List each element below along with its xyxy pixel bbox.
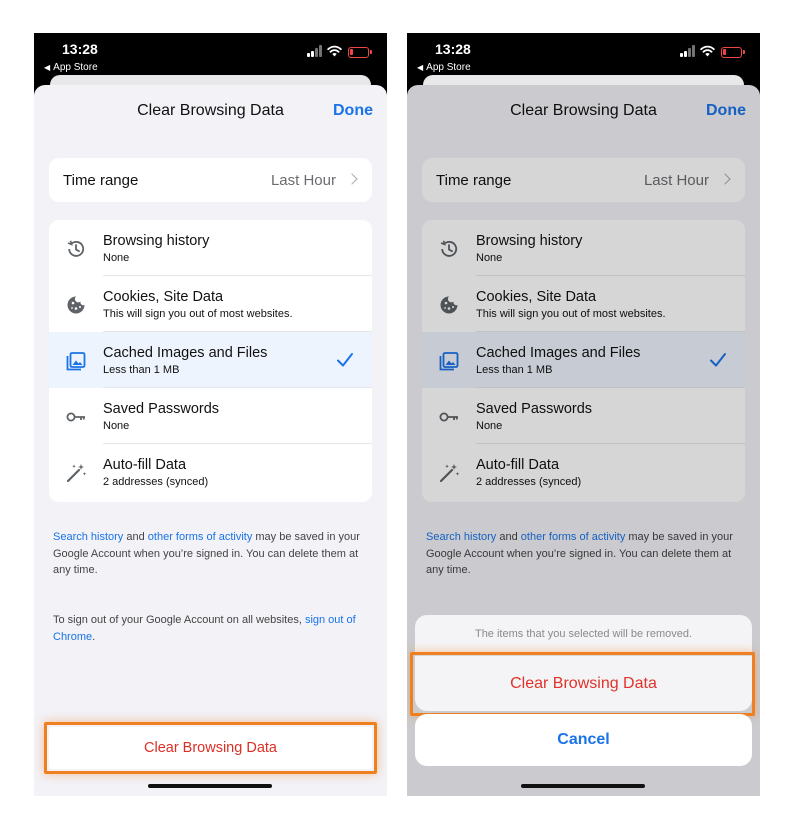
sign-out-info-text: To sign out of your Google Account on al…	[53, 612, 373, 645]
highlight-box	[44, 722, 377, 774]
time-range-value: Last Hour	[270, 172, 336, 189]
highlight-box	[410, 652, 755, 716]
wifi-icon	[700, 45, 715, 57]
cellular-signal-icon	[307, 45, 323, 57]
data-types-list: Browsing history None Cookies, Site Data…	[49, 220, 372, 502]
back-triangle-icon: ◀	[44, 63, 51, 72]
back-app-label: App Store	[426, 62, 471, 73]
clear-browsing-data-sheet: Clear Browsing Data Done Time range Last…	[407, 85, 760, 796]
time-range-label: Time range	[63, 172, 139, 189]
back-to-app-link[interactable]: ◀ App Store	[44, 62, 98, 73]
list-item-cached-images[interactable]: Cached Images and Files Less than 1 MB	[49, 332, 372, 388]
battery-icon	[348, 47, 372, 58]
history-icon	[67, 240, 85, 257]
item-subtitle: None	[103, 420, 130, 432]
time-range-row[interactable]: Time range Last Hour	[49, 158, 372, 202]
item-subtitle: None	[103, 252, 130, 264]
battery-icon	[721, 47, 745, 58]
list-item-browsing-history[interactable]: Browsing history None	[49, 220, 372, 276]
footer-text-fragment: and	[123, 531, 148, 543]
home-indicator	[521, 784, 645, 788]
home-indicator	[148, 784, 272, 788]
item-title: Browsing history	[103, 233, 210, 249]
cellular-signal-icon	[680, 45, 696, 57]
key-icon	[66, 412, 85, 422]
done-button[interactable]: Done	[333, 102, 373, 120]
item-title: Cached Images and Files	[103, 345, 268, 361]
item-title: Cookies, Site Data	[103, 289, 224, 305]
item-subtitle: This will sign you out of most websites.	[103, 308, 293, 320]
activity-info-text: Search history and other forms of activi…	[53, 529, 373, 579]
list-item-autofill[interactable]: Auto-fill Data 2 addresses (synced)	[49, 444, 372, 500]
item-subtitle: 2 addresses (synced)	[103, 476, 209, 488]
item-title: Auto-fill Data	[103, 457, 187, 473]
item-subtitle: Less than 1 MB	[103, 364, 180, 376]
magic-wand-icon	[66, 464, 87, 483]
back-to-app-link[interactable]: ◀ App Store	[417, 62, 471, 73]
phone-screen-right: 13:28 ◀ App Store Clear Browsing Data Don…	[407, 33, 760, 796]
action-sheet-message: The items that you selected will be remo…	[474, 628, 693, 640]
item-title: Saved Passwords	[103, 401, 220, 417]
cancel-button[interactable]: Cancel	[415, 714, 752, 766]
clear-browsing-data-sheet: Clear Browsing Data Done Time range Last…	[34, 85, 387, 796]
checkmark-icon	[337, 353, 353, 367]
back-app-label: App Store	[53, 62, 98, 73]
list-item-cookies[interactable]: Cookies, Site Data This will sign you ou…	[49, 276, 372, 332]
image-icon	[66, 352, 86, 371]
footer-text-fragment: To sign out of your Google Account on al…	[53, 614, 305, 626]
wifi-icon	[327, 45, 342, 57]
cookie-icon	[67, 296, 85, 314]
chevron-right-icon	[346, 173, 358, 185]
back-triangle-icon: ◀	[417, 63, 424, 72]
footer-text-fragment: .	[92, 630, 96, 643]
list-item-saved-passwords[interactable]: Saved Passwords None	[49, 388, 372, 444]
status-time: 13:28	[435, 41, 471, 57]
other-activity-link[interactable]: other forms of activity	[148, 531, 253, 543]
status-time: 13:28	[62, 41, 98, 57]
search-history-link[interactable]: Search history	[53, 531, 123, 543]
phone-screen-left: 13:28 ◀ App Store Clear Browsing Data Don…	[34, 33, 387, 796]
